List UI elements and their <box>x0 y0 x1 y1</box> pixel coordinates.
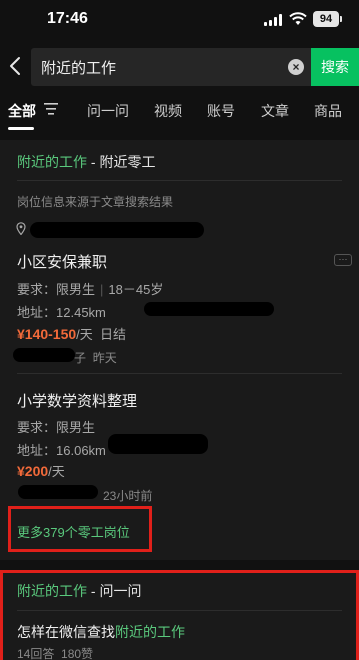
question-text: 怎样在微信查找 <box>17 624 115 640</box>
requirement-age: 18－45岁 <box>108 282 164 297</box>
job-salary: ¥140-150/天 日结 <box>17 324 126 343</box>
filter-icon[interactable] <box>44 103 58 115</box>
battery-indicator: 94 <box>313 11 339 27</box>
job-address: 地址：12.45km <box>17 302 106 321</box>
clear-icon[interactable]: × <box>288 59 304 75</box>
salary-unit: /天 <box>76 327 93 342</box>
tab-articles[interactable]: 文章 <box>261 101 289 121</box>
more-gigs-label: 更多379个零工岗位 <box>17 525 130 540</box>
tab-products[interactable]: 商品 <box>314 101 342 121</box>
question-keyword: 附近的工作 <box>115 624 185 640</box>
result-tabs: 全部 问一问 视频 账号 文章 商品 <box>0 92 359 130</box>
tab-ask[interactable]: 问一问 <box>87 101 129 121</box>
requirement-label: 要求： <box>17 420 57 435</box>
gig-results-card: 附近的工作 - 附近零工 岗位信息来源于文章搜索结果 小区安保兼职 ··· 要求… <box>0 140 359 560</box>
salary-unit: /天 <box>48 464 65 479</box>
section-title-keyword: 附近的工作 <box>17 583 87 599</box>
question-title[interactable]: 怎样在微信查找附近的工作 <box>17 622 185 642</box>
salary-amount: ¥140-150 <box>17 326 77 342</box>
divider <box>17 373 342 374</box>
tab-accounts[interactable]: 账号 <box>207 101 235 121</box>
settlement-type: 日结 <box>100 327 127 342</box>
requirement-gender: 限男生 <box>56 282 96 297</box>
search-input[interactable]: 附近的工作 × <box>31 48 311 86</box>
question-stats: 14回答 180赞 <box>17 645 93 660</box>
search-query-text: 附近的工作 <box>41 60 117 77</box>
redacted-address <box>108 434 208 454</box>
job-requirement: 要求：限男生 | 18－45岁 <box>17 282 164 297</box>
search-button[interactable]: 搜索 <box>311 48 359 86</box>
cellular-signal-icon <box>264 14 282 26</box>
active-tab-indicator <box>8 127 34 130</box>
qa-results-card: 附近的工作 - 问一问 怎样在微信查找附近的工作 14回答 180赞 <box>0 570 359 660</box>
section-title-subtitle: - 附近零工 <box>87 154 156 170</box>
redacted-location <box>30 222 204 238</box>
requirement-label: 要求： <box>17 282 57 297</box>
status-time: 17:46 <box>47 10 88 27</box>
job-title[interactable]: 小区安保兼职 <box>17 251 107 272</box>
location-pin-icon <box>16 222 26 235</box>
divider <box>17 610 342 611</box>
requirement-gender: 限男生 <box>56 420 96 435</box>
battery-cap <box>340 16 342 22</box>
back-arrow-icon[interactable] <box>7 56 23 76</box>
job-title[interactable]: 小学数学资料整理 <box>17 390 137 411</box>
tab-video[interactable]: 视频 <box>154 101 182 121</box>
gig-section-title[interactable]: 附近的工作 - 附近零工 <box>17 152 155 172</box>
address-label: 地址： <box>17 443 57 458</box>
divider <box>17 180 342 181</box>
job-distance: 12.45km <box>56 305 106 320</box>
source-note: 岗位信息来源于文章搜索结果 <box>17 195 174 209</box>
search-bar: 附近的工作 × 搜索 <box>0 48 359 86</box>
answer-count: 14回答 <box>17 647 55 660</box>
posted-time: 23小时前 <box>103 489 153 503</box>
redacted-source <box>13 348 75 362</box>
more-gigs-link[interactable]: 更多379个零工岗位 <box>8 506 152 552</box>
redacted-source <box>18 485 98 499</box>
job-salary: ¥200/天 <box>17 461 65 480</box>
qa-section-title[interactable]: 附近的工作 - 问一问 <box>17 581 141 601</box>
status-bar: 17:46 94 <box>0 0 359 40</box>
section-title-keyword: 附近的工作 <box>17 154 87 170</box>
tab-all[interactable]: 全部 <box>8 101 36 121</box>
like-count: 180赞 <box>61 647 94 660</box>
address-label: 地址： <box>17 305 57 320</box>
redacted-address <box>144 302 274 316</box>
job-requirement: 要求：限男生 <box>17 417 95 436</box>
job-distance: 16.06km <box>56 443 106 458</box>
job-address: 地址：16.06km <box>17 440 106 459</box>
wifi-icon <box>289 12 307 25</box>
job-meta: 子 昨天 <box>74 349 117 366</box>
source-name: 子 <box>74 351 87 365</box>
section-title-subtitle: - 问一问 <box>87 583 142 599</box>
posted-time: 昨天 <box>92 351 117 365</box>
salary-amount: ¥200 <box>17 463 49 479</box>
more-options-icon[interactable]: ··· <box>334 254 352 266</box>
